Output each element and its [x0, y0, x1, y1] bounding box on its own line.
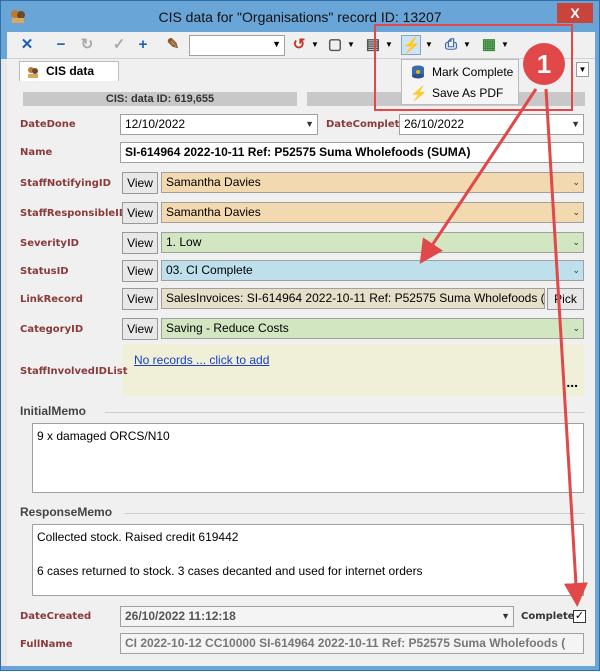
staff-involved-label: StaffInvolvedIDList: [20, 366, 128, 377]
status-label: StatusID: [20, 266, 69, 277]
response-memo-field[interactable]: Collected stock. Raised credit 619442 6 …: [32, 524, 584, 596]
chevron-down-icon[interactable]: ▼: [463, 40, 471, 49]
date-created-field[interactable]: 26/10/2022 11:12:18 ▼: [120, 606, 514, 627]
menu-item-label: Save As PDF: [432, 86, 504, 100]
full-name-field[interactable]: CI 2022-10-12 CC10000 SI-614964 2022-10-…: [120, 633, 584, 654]
date-complete-label: DateComplete: [326, 119, 407, 130]
app-window: CIS data for "Organisations" record ID: …: [0, 0, 600, 671]
chevron-down-icon: ⌄: [572, 265, 580, 275]
staff-notifying-field[interactable]: Samantha Davies ⌄: [161, 172, 584, 193]
layout-icon[interactable]: ▤: [363, 35, 383, 55]
severity-field[interactable]: 1. Low ⌄: [161, 232, 584, 253]
date-done-label: DateDone: [20, 119, 76, 130]
main-panel: CIS: data ID: 619,655 CIS DateDone 12/10…: [7, 81, 595, 666]
staff-notifying-value: Samantha Davies: [166, 175, 261, 189]
severity-label: SeverityID: [20, 238, 79, 249]
close-button[interactable]: X: [557, 3, 593, 23]
staff-responsible-label: StaffResponsibleID: [20, 208, 128, 219]
chevron-down-icon[interactable]: ▼: [501, 40, 509, 49]
window-title: CIS data for "Organisations" record ID: …: [158, 9, 442, 25]
chevron-down-icon: ⌄: [572, 237, 580, 247]
staff-responsible-value: Samantha Davies: [166, 205, 261, 219]
view-button-category[interactable]: View: [122, 318, 158, 340]
chart-icon[interactable]: ▦: [479, 35, 499, 55]
view-button-status[interactable]: View: [122, 260, 158, 282]
date-created-value: 26/10/2022 11:12:18: [125, 609, 236, 623]
pick-button[interactable]: Pick: [547, 288, 584, 310]
cis-icon: [28, 67, 38, 78]
chevron-down-icon: ▼: [501, 611, 510, 621]
date-complete-field[interactable]: 26/10/2022 ▼: [399, 114, 584, 135]
chevron-down-icon[interactable]: ▼: [425, 40, 433, 49]
status-field[interactable]: 03. CI Complete ⌄: [161, 260, 584, 281]
date-done-field[interactable]: 12/10/2022 ▼: [120, 114, 318, 135]
add-records-link[interactable]: No records ... click to add: [134, 353, 269, 367]
menu-item-save-as-pdf[interactable]: ⚡ Save As PDF: [404, 83, 518, 103]
menu-item-label: Mark Complete: [432, 65, 514, 79]
staff-responsible-field[interactable]: Samantha Davies ⌄: [161, 202, 584, 223]
date-created-label: DateCreated: [20, 611, 92, 622]
print-icon[interactable]: ⎙: [441, 35, 461, 55]
category-value: Saving - Reduce Costs: [166, 321, 289, 335]
name-label: Name: [20, 147, 53, 158]
database-icon: [412, 65, 424, 79]
view-button-link-record[interactable]: View: [122, 288, 158, 310]
lightning-icon[interactable]: ⚡: [401, 35, 421, 55]
response-memo-line: Collected stock. Raised credit 619442: [37, 530, 239, 544]
toolbar: ✕ − ↻ ✓ + ✎ ▼ ↺ ▼ ▢ ▼ ▤ ▼ ⚡ ▼ ⎙ ▼ ▦ ▼: [7, 32, 595, 59]
divider: [105, 412, 585, 413]
divider: [125, 513, 585, 514]
category-field[interactable]: Saving - Reduce Costs ⌄: [161, 318, 584, 339]
link-record-label: LinkRecord: [20, 294, 83, 305]
annotation-badge: 1: [523, 43, 565, 85]
response-memo-label: ResponseMemo: [20, 505, 113, 519]
tab-cis-data[interactable]: CIS data: [19, 61, 119, 82]
chevron-down-icon[interactable]: ▼: [311, 40, 319, 49]
response-memo-line: 6 cases returned to stock. 3 cases decan…: [37, 564, 423, 578]
eraser-icon[interactable]: ✎: [163, 35, 183, 55]
full-name-label: FullName: [20, 639, 73, 650]
chevron-down-icon: ▼: [571, 119, 580, 129]
refresh-icon[interactable]: ↻: [77, 35, 97, 55]
chevron-down-icon: ⌄: [572, 323, 580, 333]
view-button-staff-notifying[interactable]: View: [122, 172, 158, 194]
data-id-header: CIS: data ID: 619,655: [23, 92, 297, 106]
name-field[interactable]: SI-614964 2022-10-11 Ref: P52575 Suma Wh…: [120, 142, 584, 163]
chevron-down-icon[interactable]: ▼: [347, 40, 355, 49]
staff-involved-area: No records ... click to add ...: [122, 344, 584, 396]
delete-icon[interactable]: −: [51, 35, 71, 55]
cancel-icon[interactable]: ✕: [17, 35, 37, 55]
staff-notifying-label: StaffNotifyingID: [20, 178, 111, 189]
date-complete-value: 26/10/2022: [404, 117, 465, 131]
initial-memo-label: InitialMemo: [20, 404, 87, 418]
initial-memo-field[interactable]: 9 x damaged ORCS/N10: [32, 423, 584, 493]
severity-value: 1. Low: [166, 235, 202, 249]
tab-label: CIS data: [46, 64, 95, 78]
chevron-down-icon: ⌄: [572, 177, 580, 187]
date-done-value: 12/10/2022: [125, 117, 186, 131]
window-edge: [1, 59, 7, 666]
view-button-staff-responsible[interactable]: View: [122, 202, 158, 224]
status-value: 03. CI Complete: [166, 263, 253, 277]
view-button-severity[interactable]: View: [122, 232, 158, 254]
undo-icon[interactable]: ↺: [289, 35, 309, 55]
add-icon[interactable]: +: [133, 35, 153, 55]
more-options-button[interactable]: ...: [566, 374, 578, 390]
complete-label: Complete: [521, 611, 575, 622]
save-check-icon[interactable]: ✓: [109, 35, 129, 55]
category-label: CategoryID: [20, 324, 84, 335]
action-menu: Mark Complete ⚡ Save As PDF: [401, 59, 519, 105]
toolbar-select[interactable]: ▼: [189, 35, 285, 56]
menu-item-mark-complete[interactable]: Mark Complete: [404, 62, 518, 82]
chevron-down-icon: ▼: [272, 39, 281, 49]
complete-checkbox[interactable]: ✓: [573, 610, 586, 623]
title-bar: CIS data for "Organisations" record ID: …: [1, 1, 599, 32]
tab-dropdown-icon[interactable]: ▼: [576, 62, 589, 77]
lightning-icon: ⚡: [410, 85, 428, 101]
chevron-down-icon: ⌄: [572, 207, 580, 217]
link-record-field[interactable]: SalesInvoices: SI-614964 2022-10-11 Ref:…: [161, 288, 545, 309]
chevron-down-icon: ▼: [305, 119, 314, 129]
chevron-down-icon[interactable]: ▼: [385, 40, 393, 49]
new-document-icon[interactable]: ▢: [325, 35, 345, 55]
